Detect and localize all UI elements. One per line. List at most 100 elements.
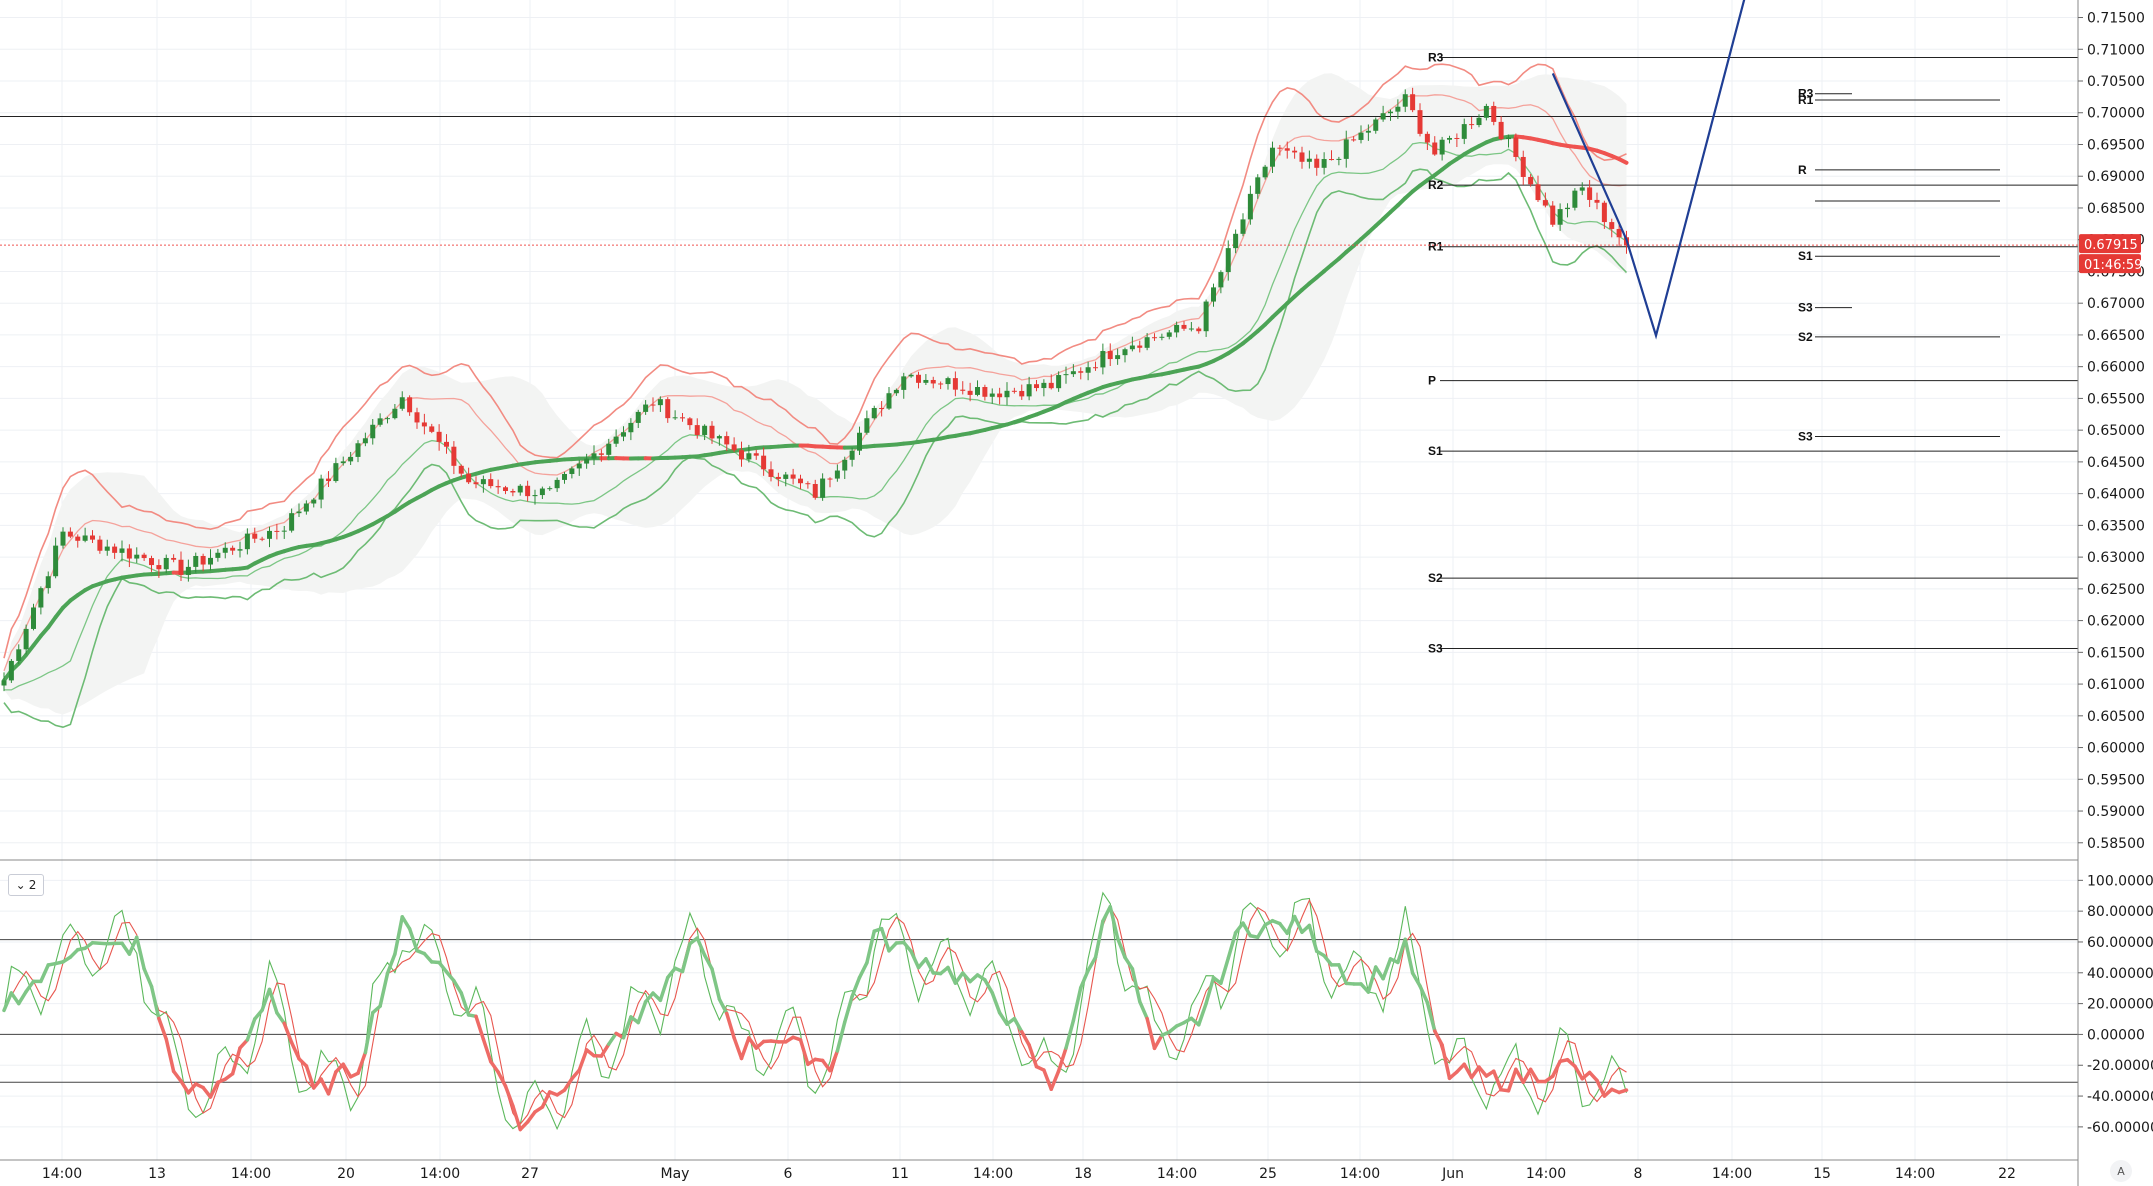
candle-body xyxy=(429,426,435,432)
candle-body xyxy=(908,374,914,377)
candle-body xyxy=(960,389,966,391)
price-tick-label: 0.58500 xyxy=(2087,836,2145,852)
price-tick-label: 0.62000 xyxy=(2087,614,2145,630)
candle-body xyxy=(82,535,88,541)
candle-body xyxy=(23,628,29,650)
candle-body xyxy=(591,453,597,459)
time-tick-label: 22 xyxy=(1998,1166,2016,1182)
candle-body xyxy=(1417,110,1423,134)
candle-body xyxy=(650,404,656,406)
candle-body xyxy=(1196,328,1202,332)
candle-body xyxy=(665,399,671,419)
price-tick-label: 0.61000 xyxy=(2087,677,2145,693)
time-tick-label: 27 xyxy=(521,1166,539,1182)
chart-canvas[interactable]: R3R2R1PS1S2S3R3R1RS1S3S2S3 0.715000.7100… xyxy=(0,0,2153,1186)
candle-body xyxy=(952,378,958,390)
candle-body xyxy=(1034,384,1039,389)
candle-body xyxy=(8,660,14,681)
pivot-label-r2: R2 xyxy=(1428,178,1444,192)
candle-body xyxy=(783,474,789,479)
candle-body xyxy=(1476,117,1482,126)
price-tick-label: 0.66000 xyxy=(2087,360,2145,376)
candle-body xyxy=(930,379,936,384)
osc-tick-label: 0.00000 xyxy=(2087,1027,2145,1043)
candle-body xyxy=(643,404,649,412)
time-tick-label: 25 xyxy=(1259,1166,1277,1182)
candle-body xyxy=(709,425,715,439)
time-tick-label: 14:00 xyxy=(1526,1166,1566,1182)
candle-body xyxy=(982,386,988,397)
candle-body xyxy=(1542,200,1548,206)
candle-body xyxy=(1085,367,1091,373)
candle-body xyxy=(112,546,118,553)
candle-body xyxy=(193,555,199,567)
candle-body xyxy=(967,390,973,395)
candle-body xyxy=(621,432,626,437)
candle-body xyxy=(38,588,44,608)
candle-body xyxy=(185,566,191,575)
candle-body xyxy=(444,441,449,447)
candle-body xyxy=(333,463,339,482)
candle-body xyxy=(134,554,140,559)
candle-body xyxy=(362,438,368,444)
candle-body xyxy=(1388,111,1393,114)
candle-body xyxy=(1026,384,1032,397)
candle-body xyxy=(274,530,280,532)
candle-body xyxy=(923,379,929,383)
candle-body xyxy=(584,458,590,464)
pivot-label-right-s2: S2 xyxy=(1798,330,1813,344)
candle-body xyxy=(237,549,243,551)
pivot-label-r3: R3 xyxy=(1428,51,1444,65)
candle-body xyxy=(1594,199,1600,203)
auto-scale-button[interactable]: A xyxy=(2110,1160,2132,1182)
candle-body xyxy=(1166,332,1172,337)
candle-body xyxy=(156,565,162,570)
candle-body xyxy=(1270,147,1275,167)
candle-body xyxy=(1498,121,1504,140)
last-price-value: 0.67915 xyxy=(2084,238,2138,253)
candle-body xyxy=(687,418,693,426)
price-tick-label: 0.67000 xyxy=(2087,296,2145,312)
candle-body xyxy=(1004,390,1010,398)
candle-body xyxy=(1240,219,1246,234)
candle-body xyxy=(1299,152,1305,162)
indicator-collapse-badge[interactable]: ⌄ 2 xyxy=(8,874,44,896)
candle-body xyxy=(370,424,376,439)
candle-body xyxy=(208,557,213,565)
time-tick-label: 14:00 xyxy=(231,1166,271,1182)
candle-body xyxy=(414,412,420,423)
pivot-label-right-s3: S3 xyxy=(1798,430,1813,444)
time-tick-label: 14:00 xyxy=(42,1166,82,1182)
candle-body xyxy=(1041,382,1047,389)
candle-body xyxy=(1439,139,1445,155)
time-tick-label: 14:00 xyxy=(1340,1166,1380,1182)
candle-body xyxy=(820,478,826,498)
candle-body xyxy=(259,538,265,540)
price-tick-label: 0.66500 xyxy=(2087,328,2145,344)
candle-body xyxy=(827,478,833,480)
candle-body xyxy=(731,444,737,451)
candle-body xyxy=(1152,337,1157,339)
candle-body xyxy=(421,422,427,427)
time-tick-label: 13 xyxy=(148,1166,166,1182)
pivot-label-r1: R1 xyxy=(1428,240,1444,254)
candle-body xyxy=(1078,371,1084,373)
candle-body xyxy=(680,417,685,419)
candle-body xyxy=(1,680,7,686)
candle-body xyxy=(377,418,383,425)
candle-body xyxy=(163,557,169,570)
candle-body xyxy=(407,397,413,413)
candle-body xyxy=(1225,248,1231,273)
candle-body xyxy=(318,478,324,500)
candle-body xyxy=(1424,133,1430,143)
candle-body xyxy=(1491,105,1497,122)
candle-body xyxy=(761,455,767,470)
candle-body xyxy=(716,436,722,439)
candle-body xyxy=(480,479,486,485)
candle-body xyxy=(1572,190,1578,208)
pivot-label-right-r: R xyxy=(1798,163,1807,177)
price-tick-label: 0.68500 xyxy=(2087,201,2145,217)
price-tick-label: 0.60000 xyxy=(2087,741,2145,757)
candle-body xyxy=(768,469,774,477)
candle-body xyxy=(222,547,228,553)
